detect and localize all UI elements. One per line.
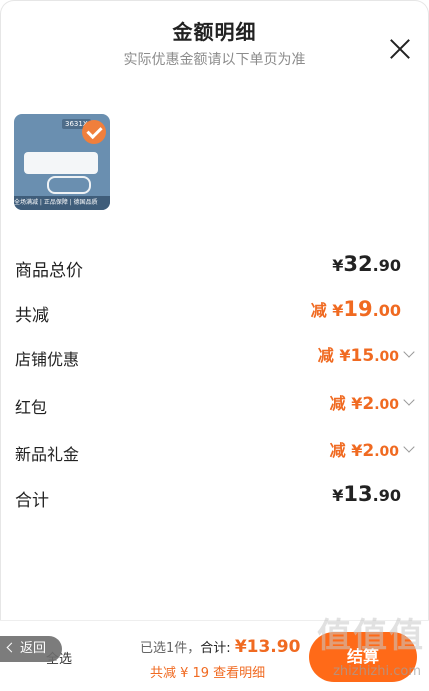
selected-count: 已选1件， <box>140 641 201 656</box>
sheet-subtitle: 实际优惠金额请以下单页为准 <box>123 52 306 68</box>
sheet-title: 金额明细 <box>172 20 257 44</box>
row-red-packet[interactable]: 红包 减 ¥2.00 <box>15 390 415 420</box>
chevron-down-icon[interactable] <box>403 394 415 406</box>
product-caption: 全场满减 | 正品保障 | 德国品质 <box>14 196 110 210</box>
row-value: 减 ¥2.00 <box>329 394 399 414</box>
row-label: 店铺优惠 <box>15 350 80 369</box>
selected-summary: 已选1件，合计: ¥13.90 <box>140 637 300 657</box>
chevron-left-icon <box>6 642 17 653</box>
watermark-url: zhizhizhi.com <box>333 664 421 679</box>
product-thumbnail[interactable]: 3631X 全场满减 | 正品保障 | 德国品质 <box>14 114 110 210</box>
reduce-amount: 共减 ¥ 19 <box>150 666 210 681</box>
row-new-product-gift[interactable]: 新品礼金 减 ¥2.00 <box>15 437 415 467</box>
row-value: 减 ¥15.00 <box>317 346 399 366</box>
row-label: 合计 <box>15 491 49 511</box>
close-icon[interactable] <box>387 36 413 62</box>
row-goods-total: 商品总价 ¥32.90 <box>15 252 415 282</box>
reduce-summary[interactable]: 共减 ¥ 19 查看明细 <box>150 662 265 681</box>
view-detail-link[interactable]: 查看明细 <box>213 666 265 681</box>
row-shop-discount[interactable]: 店铺优惠 减 ¥15.00 <box>15 342 415 372</box>
row-label: 共减 <box>15 306 49 326</box>
plug-image <box>47 176 91 194</box>
row-value: 减 ¥19.00 <box>310 297 401 321</box>
row-value: ¥13.90 <box>332 482 401 506</box>
total-value: ¥13.90 <box>234 637 301 657</box>
chevron-down-icon[interactable] <box>403 346 415 358</box>
row-value: ¥32.90 <box>332 252 401 276</box>
row-label: 商品总价 <box>15 261 83 281</box>
back-button[interactable]: 返回 <box>0 636 62 662</box>
row-value: 减 ¥2.00 <box>329 441 399 461</box>
row-label: 新品礼金 <box>15 445 80 464</box>
sheet-header: 金额明细 实际优惠金额请以下单页为准 <box>0 16 429 69</box>
amount-detail-sheet: 金额明细 实际优惠金额请以下单页为准 3631X 全场满减 | 正品保障 | 德… <box>0 0 429 690</box>
total-label: 合计: <box>200 641 231 656</box>
watermark-logo: 值值值 <box>317 616 425 656</box>
selected-check-icon[interactable] <box>82 120 106 144</box>
row-label: 红包 <box>15 398 48 417</box>
power-strip-image <box>24 152 98 174</box>
chevron-down-icon[interactable] <box>403 441 415 453</box>
row-total-reduce: 共减 减 ¥19.00 <box>15 297 415 327</box>
row-sum: 合计 ¥13.90 <box>15 482 415 512</box>
